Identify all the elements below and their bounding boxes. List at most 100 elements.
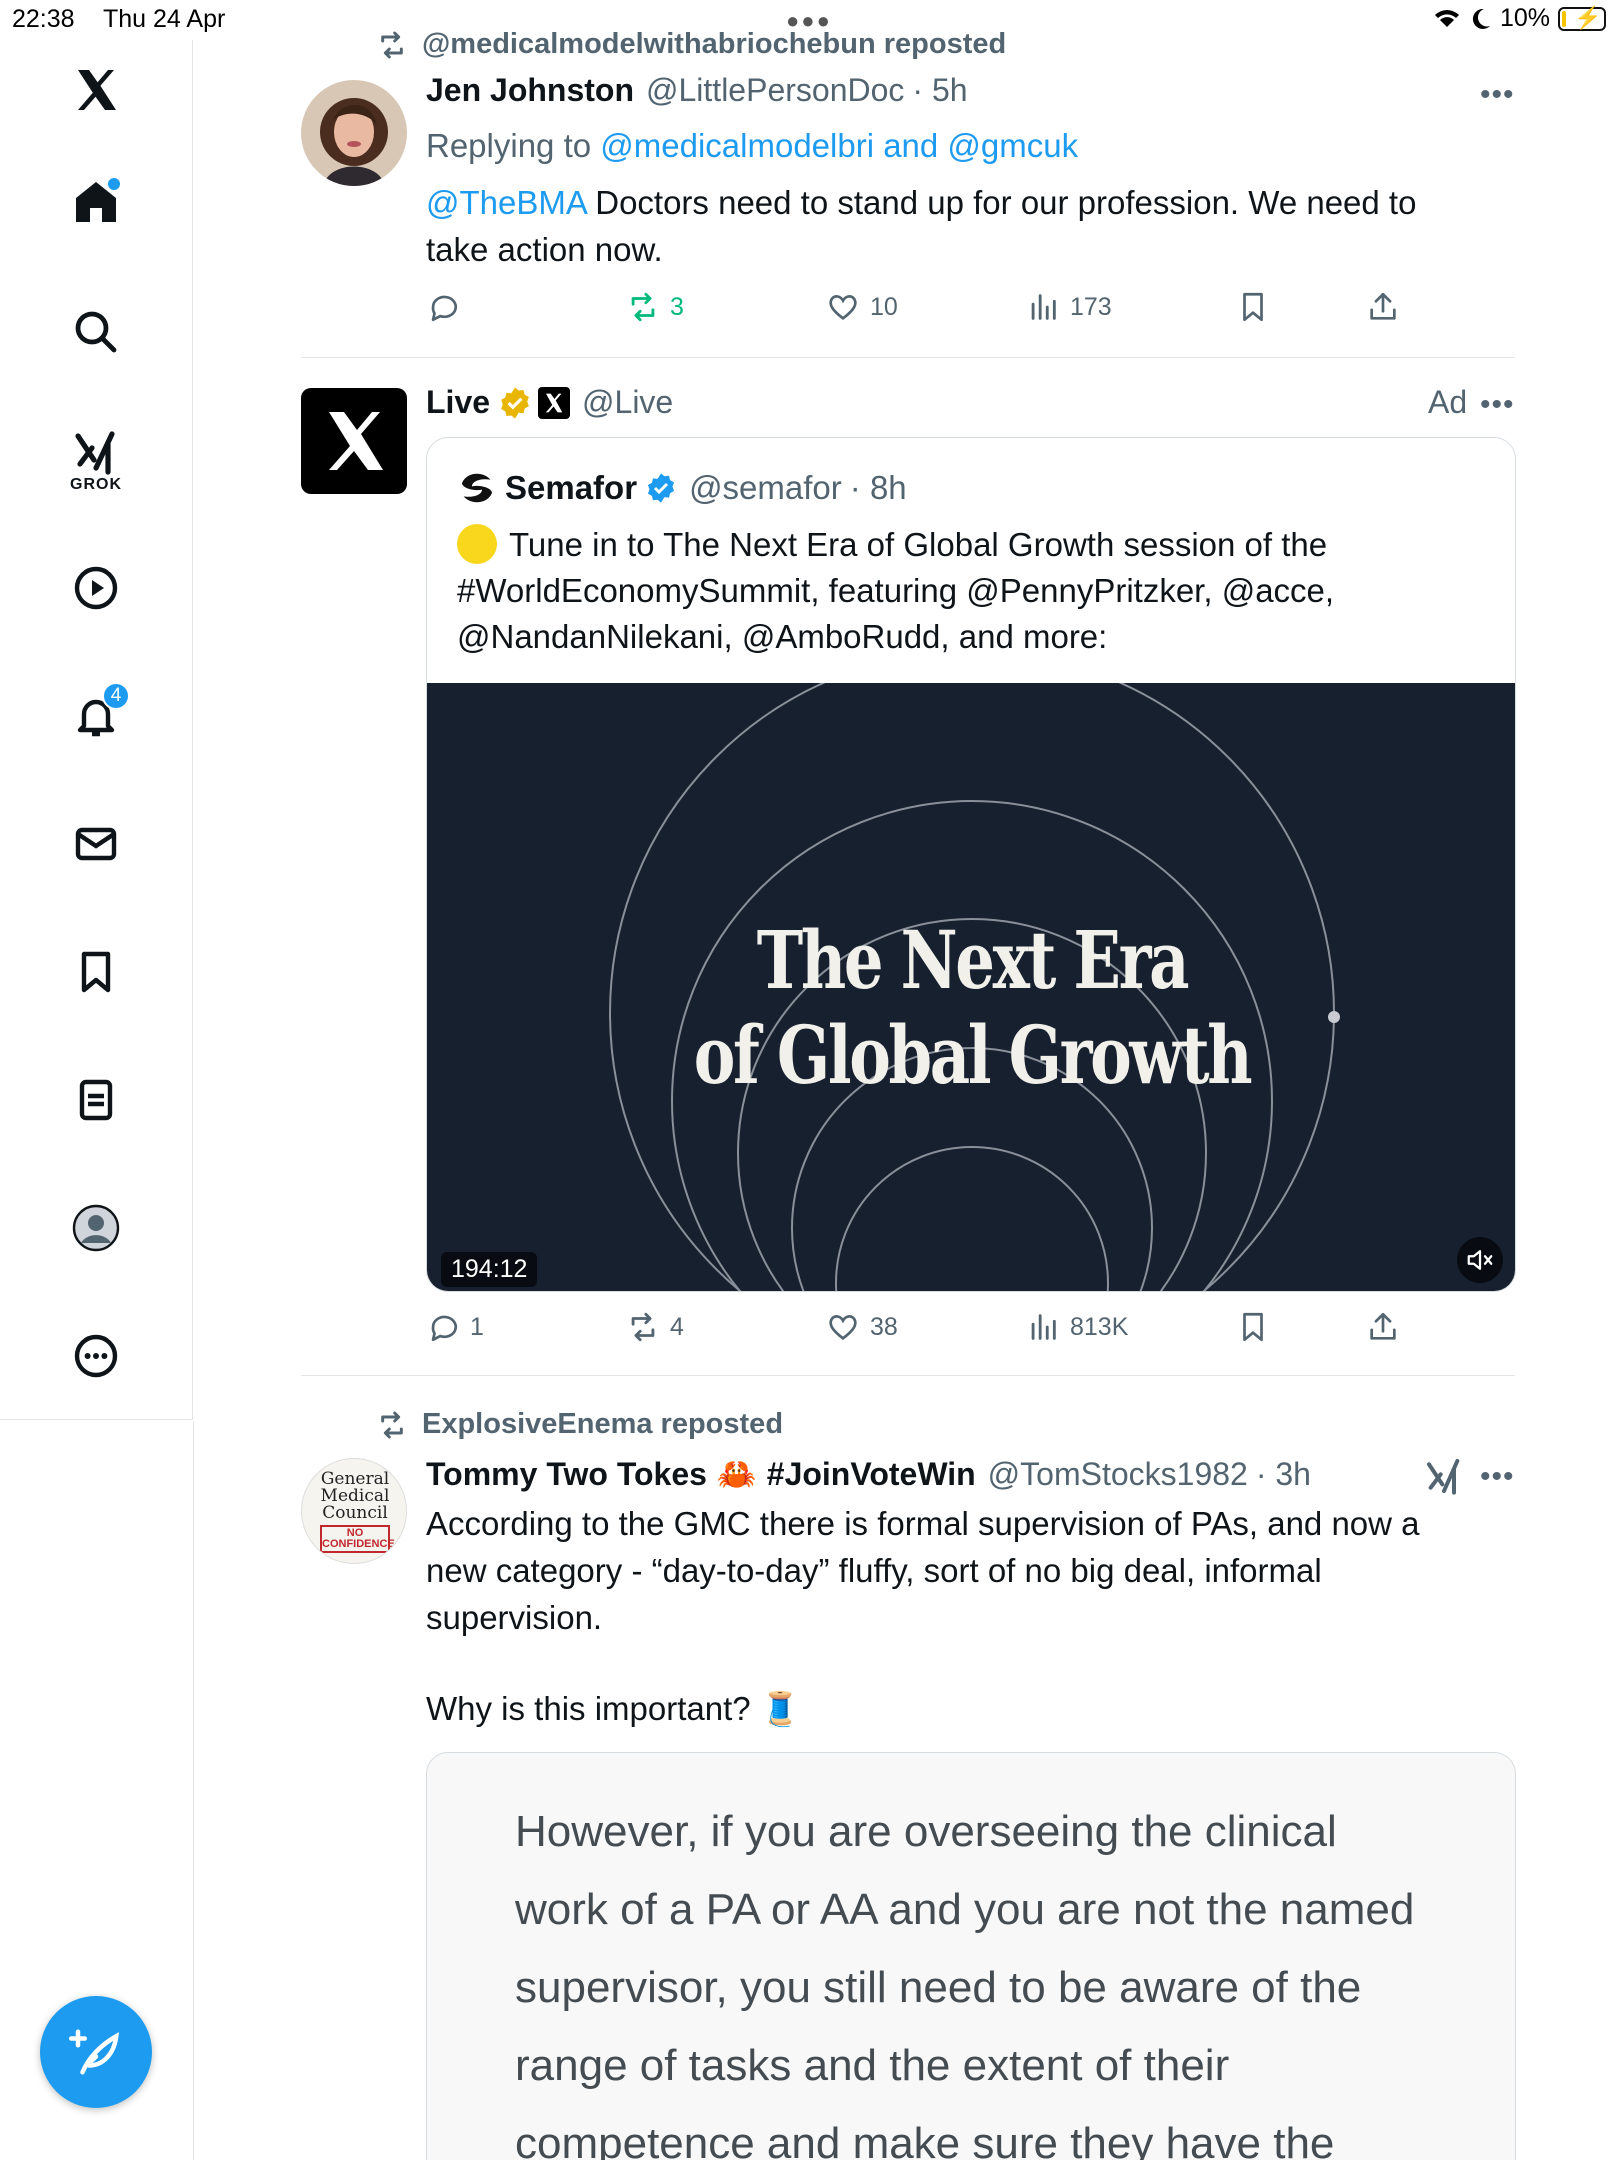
bookmark-button[interactable] (1236, 1310, 1270, 1344)
views-button[interactable]: 173 (1026, 290, 1112, 324)
image-text-line: range of tasks and the extent of their (515, 2041, 1230, 2090)
reply-button[interactable]: 1 (426, 1310, 484, 1344)
bookmark-icon[interactable] (56, 932, 136, 1012)
more-circle-icon[interactable] (56, 1316, 136, 1396)
view-count: 813K (1070, 1312, 1129, 1341)
play-icon[interactable] (56, 548, 136, 628)
home-unread-dot (108, 178, 120, 190)
share-icon (1370, 1312, 1396, 1340)
more-options-icon[interactable]: ••• (1480, 78, 1515, 112)
image-text-line: work of a PA or AA and you are not the n… (515, 1885, 1415, 1934)
grok-icon[interactable] (1424, 1456, 1464, 1496)
grok-icon[interactable]: GROK (56, 420, 136, 500)
image-text-line: competence and make sure they have the (515, 2119, 1335, 2160)
author-handle[interactable]: @TomStocks1982 (988, 1456, 1248, 1493)
like-count: 10 (870, 292, 898, 321)
quoted-author-row: Semafor @semafor · 8h (457, 468, 907, 508)
avatar[interactable]: General Medical Council NO CONFIDENCE (301, 1458, 407, 1564)
views-button[interactable]: 813K (1026, 1310, 1128, 1344)
mute-button[interactable] (1457, 1237, 1503, 1283)
replying-to: Replying to @medicalmodelbri and @gmcuk (426, 122, 1526, 169)
tweet-image[interactable]: However, if you are overseeing the clini… (426, 1752, 1516, 2160)
tweet-text: According to the GMC there is formal sup… (426, 1500, 1526, 1732)
quoted-tweet-time: · 8h (849, 469, 907, 506)
status-date: Thu 24 Apr (103, 5, 226, 33)
author-name[interactable]: Live (426, 384, 490, 421)
repost-button[interactable]: 3 (626, 290, 684, 324)
share-button[interactable] (1366, 290, 1400, 324)
repost-indicator[interactable]: ExplosiveEnema reposted (376, 1408, 783, 1441)
search-icon[interactable] (56, 292, 136, 372)
avatar[interactable] (301, 80, 407, 186)
replying-to-link[interactable]: @medicalmodelbri and @gmcuk (600, 127, 1078, 164)
author-handle[interactable]: @LittlePersonDoc (646, 72, 904, 109)
tweet-text-line: According to the GMC there is formal sup… (426, 1505, 1420, 1542)
tweet-actions: 1 4 38 813K (426, 1310, 1406, 1354)
mention-link[interactable]: @TheBMA (426, 184, 586, 221)
speaker-muted-icon (1467, 1250, 1493, 1270)
quoted-tweet-text: Tune in to The Next Era of Global Growth… (457, 522, 1497, 660)
like-count: 38 (870, 1312, 898, 1341)
x-affiliate-badge-icon (538, 386, 571, 419)
gold-verified-badge-icon (501, 386, 529, 419)
repost-icon (631, 1312, 655, 1342)
avatar[interactable] (301, 388, 407, 494)
like-button[interactable]: 10 (826, 290, 898, 324)
reply-button[interactable] (426, 290, 470, 324)
views-chart-icon (1031, 1314, 1056, 1340)
lists-icon[interactable] (56, 1060, 136, 1140)
repost-icon (631, 292, 655, 322)
home-icon[interactable] (56, 162, 136, 242)
quoted-text-line: Tune in to The Next Era of Global Growth… (509, 526, 1328, 563)
wifi-icon (1434, 9, 1459, 27)
author-name-hashtag: #JoinVoteWin (766, 1455, 976, 1492)
replying-prefix: Replying to (426, 127, 601, 164)
more-options-icon[interactable]: ••• (1480, 388, 1515, 422)
author-handle[interactable]: @Live (582, 384, 673, 421)
sidebar-divider (193, 1421, 194, 2160)
stamp-line: CONFIDENCE (322, 1538, 395, 1550)
x-logo-icon[interactable] (56, 50, 136, 130)
author-name[interactable]: Tommy Two Tokes (426, 1456, 707, 1493)
compose-button[interactable] (40, 1996, 152, 2108)
image-text-line: supervisor, you still need to be aware o… (515, 1963, 1362, 2012)
tweet-divider (301, 357, 1515, 358)
quoted-author-name: Semafor (505, 469, 638, 506)
tweet-time: · 3h (1255, 1455, 1311, 1492)
status-right: 10% ⚡ (1432, 4, 1606, 33)
video-player[interactable]: The Next Era of Global Growth 194:12 (427, 683, 1515, 1291)
share-button[interactable] (1366, 1310, 1400, 1344)
tweet-divider (301, 1375, 1515, 1376)
notification-badge: 4 (102, 682, 130, 710)
quoted-tweet[interactable]: Semafor @semafor · 8h Tune in to The Nex… (426, 437, 1516, 1292)
verified-badge-icon (647, 473, 675, 503)
repost-button[interactable]: 4 (626, 1310, 684, 1344)
more-options-icon[interactable]: ••• (1480, 1460, 1515, 1494)
heart-icon (829, 295, 857, 321)
crab-emoji-icon: 🦀 (716, 1456, 757, 1492)
quoted-text-line: #WorldEconomySummit, featuring @PennyPri… (457, 572, 1335, 609)
battery-percent: 10% (1499, 4, 1550, 32)
repost-icon (381, 1411, 403, 1438)
tweet-time: · 5h (912, 72, 968, 108)
tweet-text-line: Why is this important? 🧵 (426, 1690, 801, 1727)
like-button[interactable]: 38 (826, 1310, 898, 1344)
tweet-author-row: Live @Live (426, 384, 673, 421)
bell-icon[interactable]: 4 (56, 676, 136, 756)
bookmark-icon (1243, 1312, 1263, 1342)
author-name[interactable]: Jen Johnston (426, 72, 634, 109)
semafor-logo-icon (458, 469, 496, 507)
tweet-text-line: Doctors need to stand up for our profess… (586, 184, 1417, 221)
yellow-circle-emoji-icon (457, 524, 497, 564)
tweet-text-line: take action now. (426, 231, 663, 268)
profile-icon[interactable] (56, 1188, 136, 1268)
video-duration: 194:12 (441, 1252, 538, 1287)
mail-icon[interactable] (56, 804, 136, 884)
bookmark-button[interactable] (1236, 290, 1270, 324)
views-chart-icon (1031, 294, 1056, 320)
video-title-line: of Global Growth (693, 1008, 1253, 1102)
bookmark-icon (1243, 292, 1263, 322)
repost-count: 3 (670, 292, 684, 321)
repost-indicator[interactable]: @medicalmodelwithabriochebun reposted (376, 28, 1006, 61)
tweet-actions: 3 10 173 (426, 290, 1406, 334)
